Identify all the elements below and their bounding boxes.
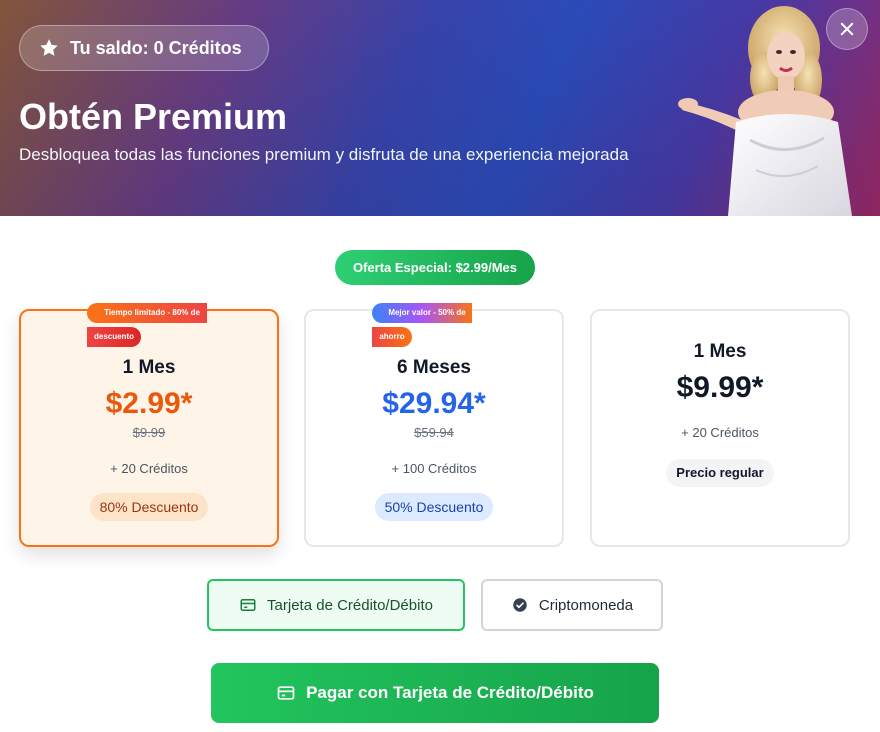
plan-price: $2.99*	[105, 387, 193, 420]
payment-method-crypto-label: Criptomoneda	[538, 596, 634, 614]
plan-old-price: $59.94	[414, 425, 454, 440]
plan-discount-badge: 80% Descuento	[89, 493, 209, 521]
plan-price: $29.94*	[382, 387, 486, 420]
pay-button[interactable]: Pagar con Tarjeta de Crédito/Débito	[211, 663, 659, 723]
plan-card-1-month-discount[interactable]: Tiempo limitado - 80% de descuento 1 Mes…	[19, 303, 279, 547]
page-title: Obtén Premium	[19, 96, 288, 137]
plan-ribbon: Mejor valor - 50% de	[372, 303, 472, 323]
plan-ribbon-continued: ahorro	[372, 327, 412, 347]
close-icon	[840, 22, 854, 36]
star-icon	[40, 39, 58, 56]
plan-ribbon-continued: descuento	[87, 327, 141, 347]
plan-discount-badge: 50% Descuento	[374, 493, 494, 521]
plan-price: $9.99*	[676, 371, 764, 404]
payment-method-card-button[interactable]: Tarjeta de Crédito/Débito	[207, 579, 465, 631]
plan-old-price: $9.99	[132, 425, 166, 440]
plan-credits: + 20 Créditos	[681, 425, 759, 440]
payment-method-crypto-button[interactable]: Criptomoneda	[481, 579, 663, 631]
credit-card-icon	[240, 599, 256, 611]
page-subtitle: Desbloquea todas las funciones premium y…	[19, 145, 629, 164]
premium-header: Tu saldo: 0 Créditos Obtén Premium Desbl…	[0, 0, 880, 216]
plan-card-1-month-regular[interactable]: 1 Mes $9.99* + 20 Créditos Precio regula…	[590, 309, 850, 547]
payment-method-card-label: Tarjeta de Crédito/Débito	[267, 596, 433, 614]
special-offer-badge: Oferta Especial: $2.99/Mes	[335, 250, 535, 285]
close-button[interactable]	[826, 8, 868, 50]
plan-card-6-months[interactable]: Mejor valor - 50% de ahorro 6 Meses $29.…	[304, 303, 564, 547]
plan-regular-badge: Precio regular	[666, 459, 774, 487]
pay-button-label: Pagar con Tarjeta de Crédito/Débito	[306, 683, 594, 702]
balance-pill: Tu saldo: 0 Créditos	[19, 25, 269, 71]
balance-label: Tu saldo: 0 Créditos	[70, 37, 242, 58]
check-circle-icon	[513, 598, 527, 612]
plan-ribbon: Tiempo limitado - 80% de	[87, 303, 207, 323]
plan-name: 1 Mes	[122, 357, 176, 378]
plan-name: 6 Meses	[397, 357, 471, 378]
plan-name: 1 Mes	[693, 341, 747, 362]
plan-credits: + 100 Créditos	[391, 461, 477, 476]
credit-card-icon	[277, 686, 295, 700]
plan-credits: + 20 Créditos	[110, 461, 188, 476]
